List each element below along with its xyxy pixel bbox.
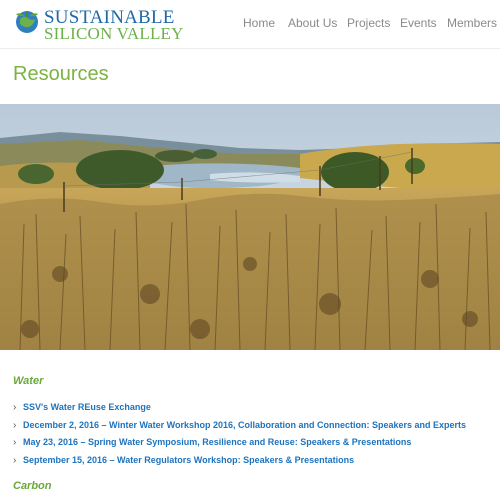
page-title-bar: Resources [0, 49, 500, 103]
site-header: SUSTAINABLE SILICON VALLEY Home About Us… [0, 0, 500, 49]
resource-link[interactable]: December 2, 2016 – Winter Water Workshop… [23, 420, 466, 430]
resources-content: Water › SSV's Water REuse Exchange › Dec… [0, 350, 500, 500]
nav-members[interactable]: Members [447, 16, 497, 30]
nav-about-us[interactable]: About Us [288, 16, 337, 30]
landscape-photo-icon [0, 104, 500, 350]
hero-image [0, 104, 500, 350]
nav-home[interactable]: Home [243, 16, 275, 30]
chevron-right-icon: › [13, 454, 17, 466]
chevron-right-icon: › [13, 402, 17, 413]
nav-events[interactable]: Events [400, 16, 437, 30]
chevron-right-icon: › [13, 419, 17, 431]
resource-link[interactable]: May 23, 2016 – Spring Water Symposium, R… [23, 437, 411, 447]
nav-projects[interactable]: Projects [347, 16, 390, 30]
page-title: Resources [13, 63, 109, 85]
section-heading-water: Water [13, 375, 44, 387]
resource-link[interactable]: SSV's Water REuse Exchange [23, 402, 151, 412]
chevron-right-icon: › [13, 437, 17, 448]
resource-link[interactable]: September 15, 2016 – Water Regulators Wo… [23, 455, 354, 465]
main-nav: Home About Us Projects Events Members [0, 16, 500, 34]
section-heading-carbon: Carbon [13, 480, 52, 492]
